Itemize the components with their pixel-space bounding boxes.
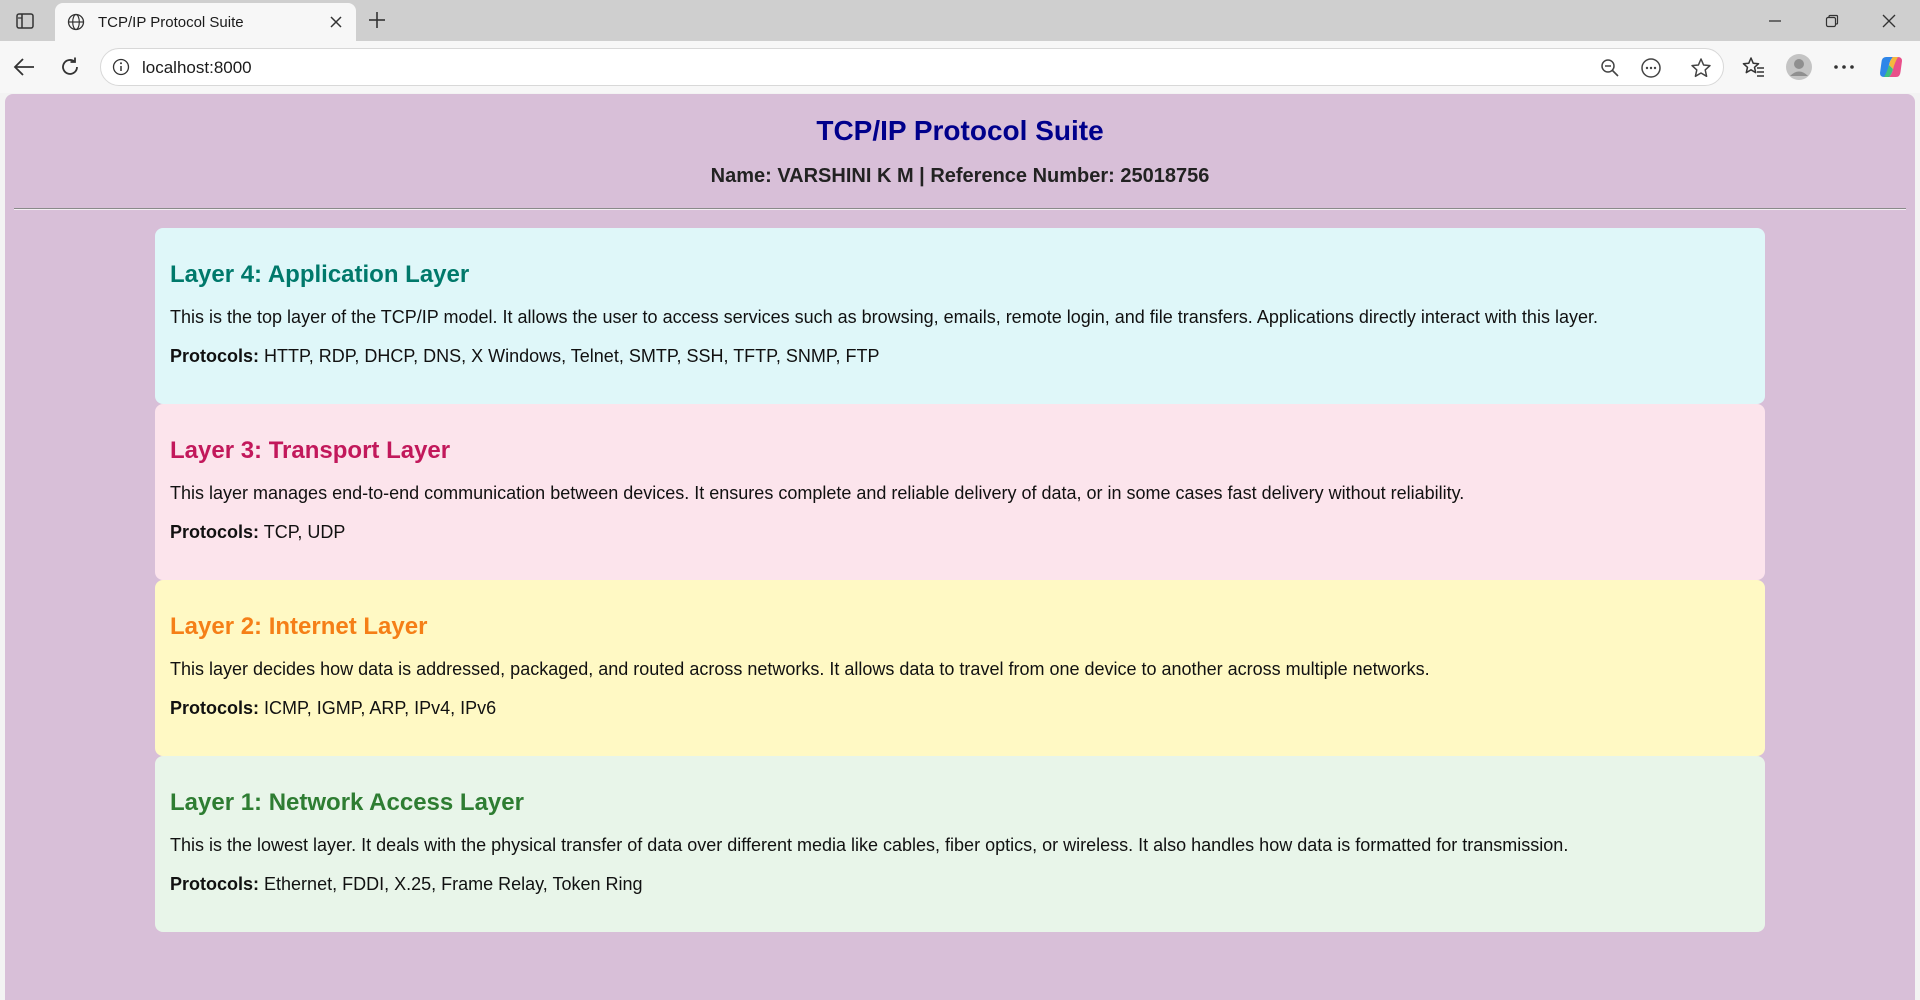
layer-list: Layer 4: Application Layer This is the t… bbox=[155, 228, 1765, 932]
restore-icon[interactable] bbox=[1819, 8, 1845, 34]
close-window-icon[interactable] bbox=[1876, 8, 1902, 34]
browser-tab-strip: TCP/IP Protocol Suite bbox=[0, 0, 1920, 41]
layer-protocols: Protocols: ICMP, IGMP, ARP, IPv4, IPv6 bbox=[170, 696, 1750, 720]
page-viewport: TCP/IP Protocol Suite Name: VARSHINI K M… bbox=[5, 94, 1915, 1000]
refresh-icon[interactable] bbox=[56, 53, 84, 81]
layer-card-network-access: Layer 1: Network Access Layer This is th… bbox=[155, 756, 1765, 932]
address-bar[interactable]: localhost:8000 bbox=[100, 48, 1724, 86]
layer-description: This layer decides how data is addressed… bbox=[170, 659, 1430, 679]
url-text[interactable]: localhost:8000 bbox=[142, 58, 252, 78]
protocols-label: Protocols: bbox=[170, 874, 260, 894]
protocols-label: Protocols: bbox=[170, 698, 260, 718]
protocols-list: HTTP, RDP, DHCP, DNS, X Windows, Telnet,… bbox=[264, 346, 880, 366]
layer-protocols: Protocols: Ethernet, FDDI, X.25, Frame R… bbox=[170, 872, 1750, 896]
protocols-label: Protocols: bbox=[170, 346, 260, 366]
favorites-icon[interactable] bbox=[1740, 53, 1768, 81]
layer-description: This is the lowest layer. It deals with … bbox=[170, 835, 1569, 855]
layer-protocols: Protocols: HTTP, RDP, DHCP, DNS, X Windo… bbox=[170, 344, 1750, 368]
layer-title: Layer 3: Transport Layer bbox=[170, 437, 451, 464]
protocols-list: ICMP, IGMP, ARP, IPv4, IPv6 bbox=[264, 698, 497, 718]
more-options-icon[interactable] bbox=[1830, 53, 1858, 81]
layer-title: Layer 4: Application Layer bbox=[170, 261, 470, 288]
page-header: TCP/IP Protocol Suite Name: VARSHINI K M… bbox=[5, 94, 1915, 191]
layer-description: This is the top layer of the TCP/IP mode… bbox=[170, 307, 1598, 327]
protocols-list: Ethernet, FDDI, X.25, Frame Relay, Token… bbox=[264, 874, 643, 894]
copilot-icon[interactable] bbox=[1877, 53, 1905, 81]
browser-toolbar: localhost:8000 bbox=[0, 41, 1920, 93]
header-divider bbox=[14, 208, 1906, 210]
reading-view-icon[interactable] bbox=[1639, 56, 1663, 80]
layer-card-transport: Layer 3: Transport Layer This layer mana… bbox=[155, 404, 1765, 580]
browser-tab-active[interactable]: TCP/IP Protocol Suite bbox=[55, 3, 356, 41]
layer-title: Layer 1: Network Access Layer bbox=[170, 789, 524, 816]
tab-actions-icon[interactable] bbox=[12, 8, 38, 34]
new-tab-icon[interactable] bbox=[364, 7, 390, 33]
protocols-label: Protocols: bbox=[170, 522, 260, 542]
globe-icon bbox=[65, 11, 87, 33]
layer-protocols: Protocols: TCP, UDP bbox=[170, 520, 1750, 544]
layer-card-internet: Layer 2: Internet Layer This layer decid… bbox=[155, 580, 1765, 756]
site-info-icon[interactable] bbox=[111, 57, 131, 77]
layer-description: This layer manages end-to-end communicat… bbox=[170, 483, 1465, 503]
layer-title: Layer 2: Internet Layer bbox=[170, 613, 428, 640]
minimize-icon[interactable] bbox=[1762, 8, 1788, 34]
page-subtitle: Name: VARSHINI K M | Reference Number: 2… bbox=[710, 165, 1210, 187]
favorite-star-icon[interactable] bbox=[1689, 56, 1713, 80]
tab-title: TCP/IP Protocol Suite bbox=[98, 13, 244, 31]
page-title: TCP/IP Protocol Suite bbox=[816, 115, 1104, 146]
layer-card-application: Layer 4: Application Layer This is the t… bbox=[155, 228, 1765, 404]
close-tab-icon[interactable] bbox=[325, 11, 347, 33]
profile-avatar-icon[interactable] bbox=[1785, 53, 1813, 81]
back-arrow-icon[interactable] bbox=[10, 53, 38, 81]
protocols-list: TCP, UDP bbox=[263, 522, 346, 542]
zoom-out-icon[interactable] bbox=[1598, 56, 1622, 80]
